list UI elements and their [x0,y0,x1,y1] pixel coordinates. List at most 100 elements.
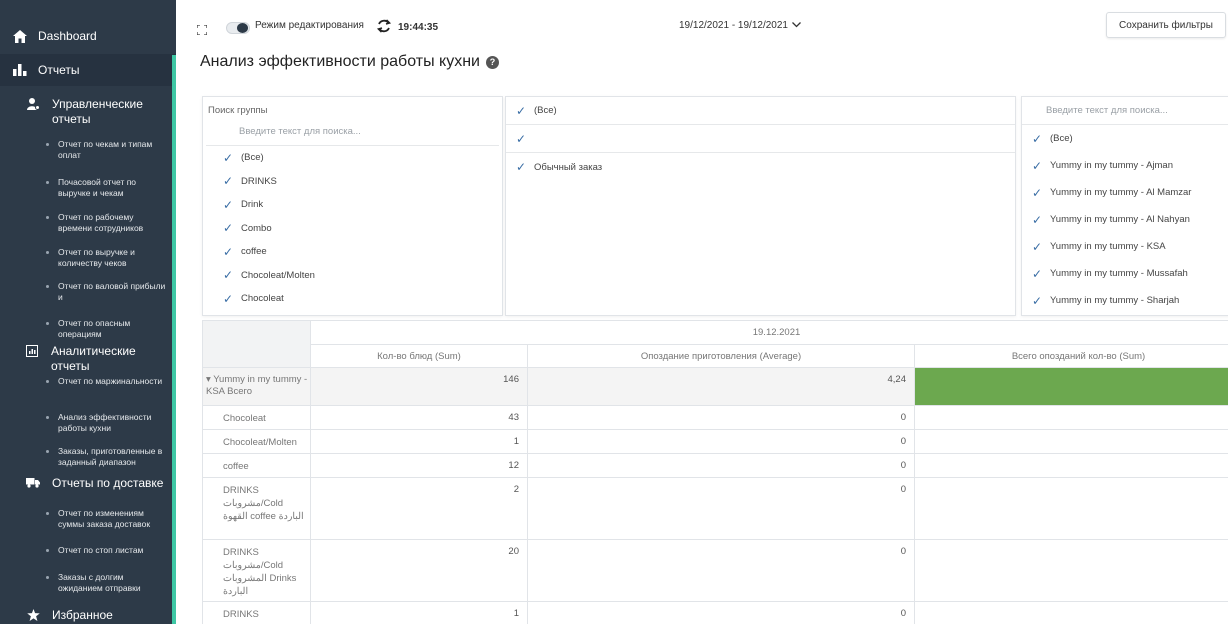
option-label: Chocoleat/Molten [241,269,315,281]
option-label: Yummy in my tummy - Mussafah [1050,268,1188,279]
restaurant-option[interactable]: ✓ Yummy in my tummy - Al Mamzar [1022,179,1228,206]
order-type-option[interactable]: ✓ (Все) [506,97,1015,125]
late-cell [913,453,1228,478]
edit-mode-toggle[interactable] [226,22,250,34]
late-cell [913,539,1228,602]
row-header: Chocoleat/Molten [202,429,311,454]
checkmark-icon: ✓ [1031,293,1043,308]
restaurant-search-input[interactable]: Введите текст для поиска... [1022,97,1228,125]
delay-cell: 0 [527,477,915,540]
row-header: DRINKS [202,601,311,624]
order-type-option[interactable]: ✓ Обычный заказ [506,153,1015,181]
table-row: coffee 12 0 [202,453,1228,478]
qty-cell: 2 [310,477,528,540]
sidebar-subitem[interactable]: Отчет по стоп листам [0,545,176,572]
pivot-date-header[interactable]: 19.12.2021 [309,320,1228,345]
checkmark-icon: ✓ [222,221,234,236]
sidebar-group-analytics[interactable]: Аналитические отчеты [0,342,176,373]
row-header: Chocoleat [202,405,311,430]
delay-cell: 0 [527,601,915,624]
user-gear-icon [26,98,40,110]
order-type-filter-panel: ✓ (Все) ✓ ✓ Обычный заказ [505,96,1016,316]
save-filters-button[interactable]: Сохранить фильтры [1106,12,1226,38]
checkmark-icon: ✓ [515,160,527,174]
group-option[interactable]: ✓ DRINKS [203,170,502,194]
group-option[interactable]: ✓ Drink [203,193,502,217]
option-label: Обычный заказ [534,161,603,173]
column-header[interactable]: Опоздание приготовления (Average) [527,344,915,368]
home-icon [12,29,28,43]
delay-cell: 4,24 [527,367,915,406]
sidebar-group-delivery[interactable]: Отчеты по доставке [0,476,176,504]
row-header-total[interactable]: ▾ Yummy in my tummy - KSA Всего [202,367,311,406]
sidebar-subitem[interactable]: Отчет по опасным операциям [0,318,176,342]
sidebar-item-dashboard[interactable]: Dashboard [0,18,176,54]
group-option[interactable]: ✓ Combo [203,217,502,241]
restaurant-option[interactable]: ✓ Yummy in my tummy - Mussafah [1022,260,1228,287]
restaurant-option[interactable]: ✓ (Все) [1022,125,1228,152]
sidebar-subitem[interactable]: Отчет по выручке и количеству чеков [0,247,176,281]
row-header: DRINKS مشروبات/Cold المشروبات Drinks الب… [202,539,311,602]
checkmark-icon: ✓ [222,150,234,165]
restaurant-option[interactable]: ✓ Yummy in my tummy - KSA [1022,233,1228,260]
column-header[interactable]: Всего опозданий кол-во (Sum) [913,344,1228,368]
option-label: Yummy in my tummy - Al Nahyan [1050,214,1190,225]
fullscreen-icon[interactable] [196,22,208,36]
group-option[interactable]: ✓ Chocoleat [203,287,502,311]
analytics-icon [26,345,39,357]
group-option[interactable]: ✓ (Все) [203,146,502,170]
sidebar-group-label: Отчеты по доставке [52,476,164,490]
sidebar-subitem[interactable]: Отчет по рабочему времени сотрудников [0,212,176,247]
checkmark-icon: ✓ [1031,158,1043,173]
total-row: ▾ Yummy in my tummy - KSA Всего 146 4,24 [202,367,1228,406]
sidebar-item-favorites[interactable]: Избранное [0,606,176,623]
option-label: Drink [241,199,264,211]
table-row: DRINKS مشروبات/Cold القهوة coffee البارد… [202,477,1228,540]
sidebar-item-label: Отчеты [38,63,80,77]
restaurant-option[interactable]: ✓ Yummy in my tummy - Ajman [1022,152,1228,179]
option-label: Chocoleat [241,293,284,305]
late-cell-highlight [913,367,1228,406]
restaurant-filter-panel: Введите текст для поиска... ✓ (Все) ✓ Yumm… [1021,96,1228,316]
sidebar-subitem[interactable]: Отчет по изменениям суммы заказа доставо… [0,508,176,545]
checkmark-icon: ✓ [515,103,527,118]
group-search-input[interactable]: Введите текст для поиска... [206,116,499,146]
delay-cell: 0 [527,453,915,478]
sidebar-subitem-active[interactable]: Анализ эффективности работы кухни [0,412,176,446]
option-label: Yummy in my tummy - Al Mamzar [1050,187,1192,198]
column-header[interactable]: Кол-во блюд (Sum) [310,344,528,368]
sidebar-subitem[interactable]: Отчет по валовой прибыли и [0,281,176,318]
toggle-knob [237,23,248,33]
late-cell [913,477,1228,540]
date-range-value: 19/12/2021 - 19/12/2021 [679,20,788,31]
option-label: Yummy in my tummy - KSA [1050,241,1166,252]
restaurant-option[interactable]: ✓ Yummy in my tummy - Sharjah [1022,287,1228,314]
sidebar-subitem[interactable]: Почасовой отчет по выручке и чекам [0,177,176,212]
checkmark-icon: ✓ [222,244,234,259]
sidebar-subitem[interactable]: Отчет по маржинальности [0,376,176,412]
star-icon [26,609,40,621]
refresh-icon[interactable] [376,18,392,34]
checkmark-icon: ✓ [1031,239,1043,254]
app-root: Dashboard Отчеты Управленческие отчеты О… [0,0,1228,624]
restaurant-option[interactable]: ✓ Yummy in my tummy - Al Nahyan [1022,206,1228,233]
checkmark-icon: ✓ [222,268,234,283]
qty-cell: 20 [310,539,528,602]
help-icon[interactable]: ? [485,55,499,69]
late-cell [913,601,1228,624]
option-label: Yummy in my tummy - Ajman [1050,160,1173,171]
checkmark-icon: ✓ [1031,185,1043,200]
group-option[interactable]: ✓ coffee [203,240,502,264]
sidebar-item-reports[interactable]: Отчеты [0,54,176,86]
order-type-option[interactable]: ✓ [506,125,1015,153]
sidebar-subitem[interactable]: Заказы с долгим ожиданием отправки [0,572,176,606]
qty-cell: 146 [310,367,528,406]
group-option[interactable]: ✓ Chocoleat/Molten [203,264,502,288]
sidebar-subitem[interactable]: Заказы, приготовленные в заданный диапаз… [0,446,176,476]
date-range-picker[interactable]: 19/12/2021 - 19/12/2021 [679,20,801,31]
option-label: (Все) [534,105,557,116]
topbar: Режим редактирования 19:44:35 19/12/2021… [176,0,1228,55]
option-label: Yummy in my tummy - Sharjah [1050,295,1180,306]
sidebar-group-management[interactable]: Управленческие отчеты [0,86,176,127]
sidebar-subitem[interactable]: Отчет по чекам и типам оплат [0,139,176,177]
